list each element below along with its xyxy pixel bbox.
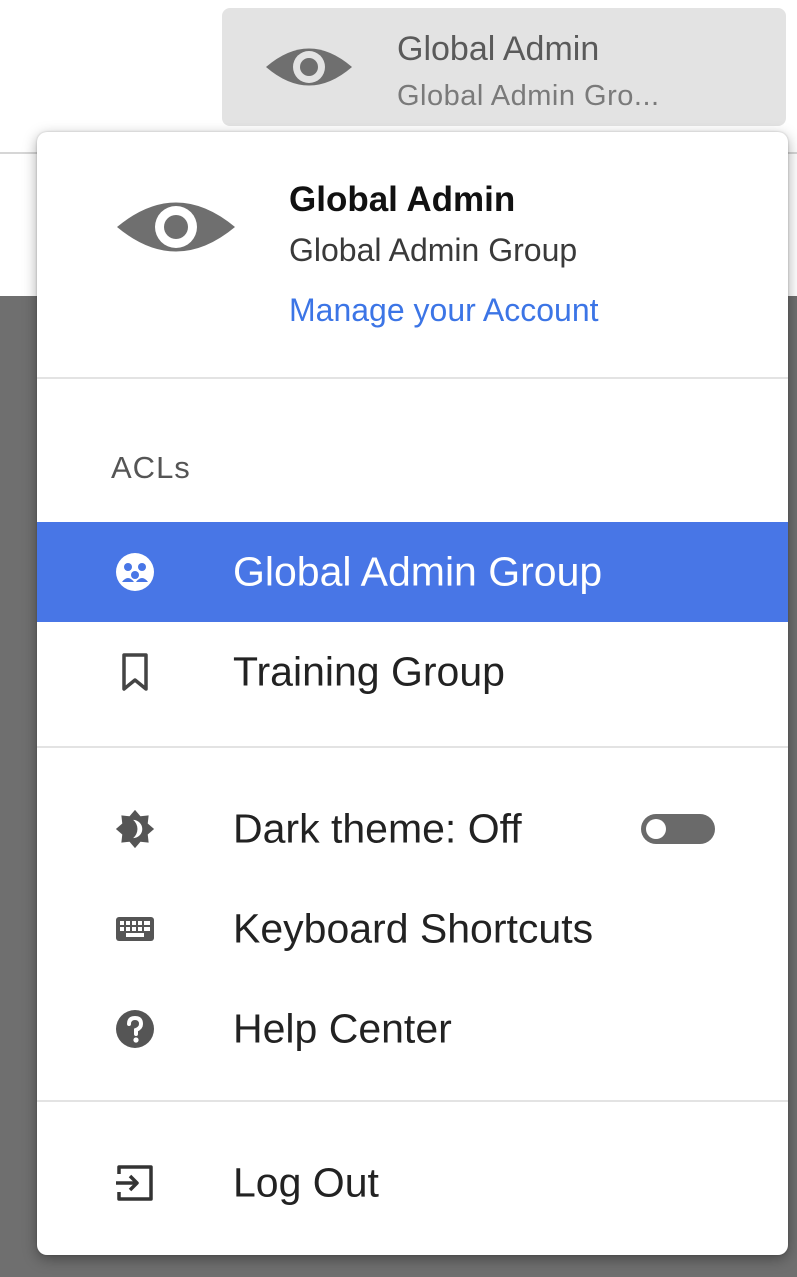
- eye-icon: [115, 194, 237, 265]
- help-icon: [115, 1009, 155, 1049]
- toggle-knob: [646, 819, 666, 839]
- account-menu: Global Admin Global Admin Group Manage y…: [37, 132, 788, 1255]
- account-chip-group: Global Admin Gro...: [397, 80, 660, 112]
- logout-item[interactable]: Log Out: [37, 1133, 788, 1233]
- acl-item-training-group[interactable]: Training Group: [37, 622, 788, 722]
- manage-account-link[interactable]: Manage your Account: [289, 292, 599, 329]
- acls-section-label: ACLs: [111, 450, 191, 485]
- help-center-item[interactable]: Help Center: [37, 979, 788, 1079]
- menu-divider: [37, 746, 788, 748]
- profile-group: Global Admin Group: [289, 232, 578, 268]
- profile-name: Global Admin: [289, 180, 516, 219]
- keyboard-icon: [115, 909, 155, 949]
- menu-divider: [37, 377, 788, 379]
- menu-divider: [37, 1100, 788, 1102]
- logout-icon: [115, 1163, 155, 1203]
- eye-icon: [264, 42, 354, 97]
- dark-theme-item[interactable]: Dark theme: Off: [37, 779, 788, 879]
- brightness-icon: [115, 809, 155, 849]
- acl-item-global-admin-group[interactable]: Global Admin Group: [37, 522, 788, 622]
- dark-theme-toggle[interactable]: [641, 814, 715, 844]
- bookmark-icon: [115, 652, 155, 692]
- account-chip-name: Global Admin: [397, 30, 600, 68]
- acl-item-label: Training Group: [233, 648, 505, 695]
- logout-label: Log Out: [233, 1159, 379, 1206]
- keyboard-shortcuts-label: Keyboard Shortcuts: [233, 905, 594, 952]
- account-chip-button[interactable]: Global Admin Global Admin Gro...: [222, 8, 786, 126]
- keyboard-shortcuts-item[interactable]: Keyboard Shortcuts: [37, 879, 788, 979]
- help-center-label: Help Center: [233, 1005, 452, 1052]
- group-icon: [115, 552, 155, 592]
- dark-theme-label: Dark theme: Off: [233, 805, 522, 852]
- acl-item-label: Global Admin Group: [233, 548, 603, 595]
